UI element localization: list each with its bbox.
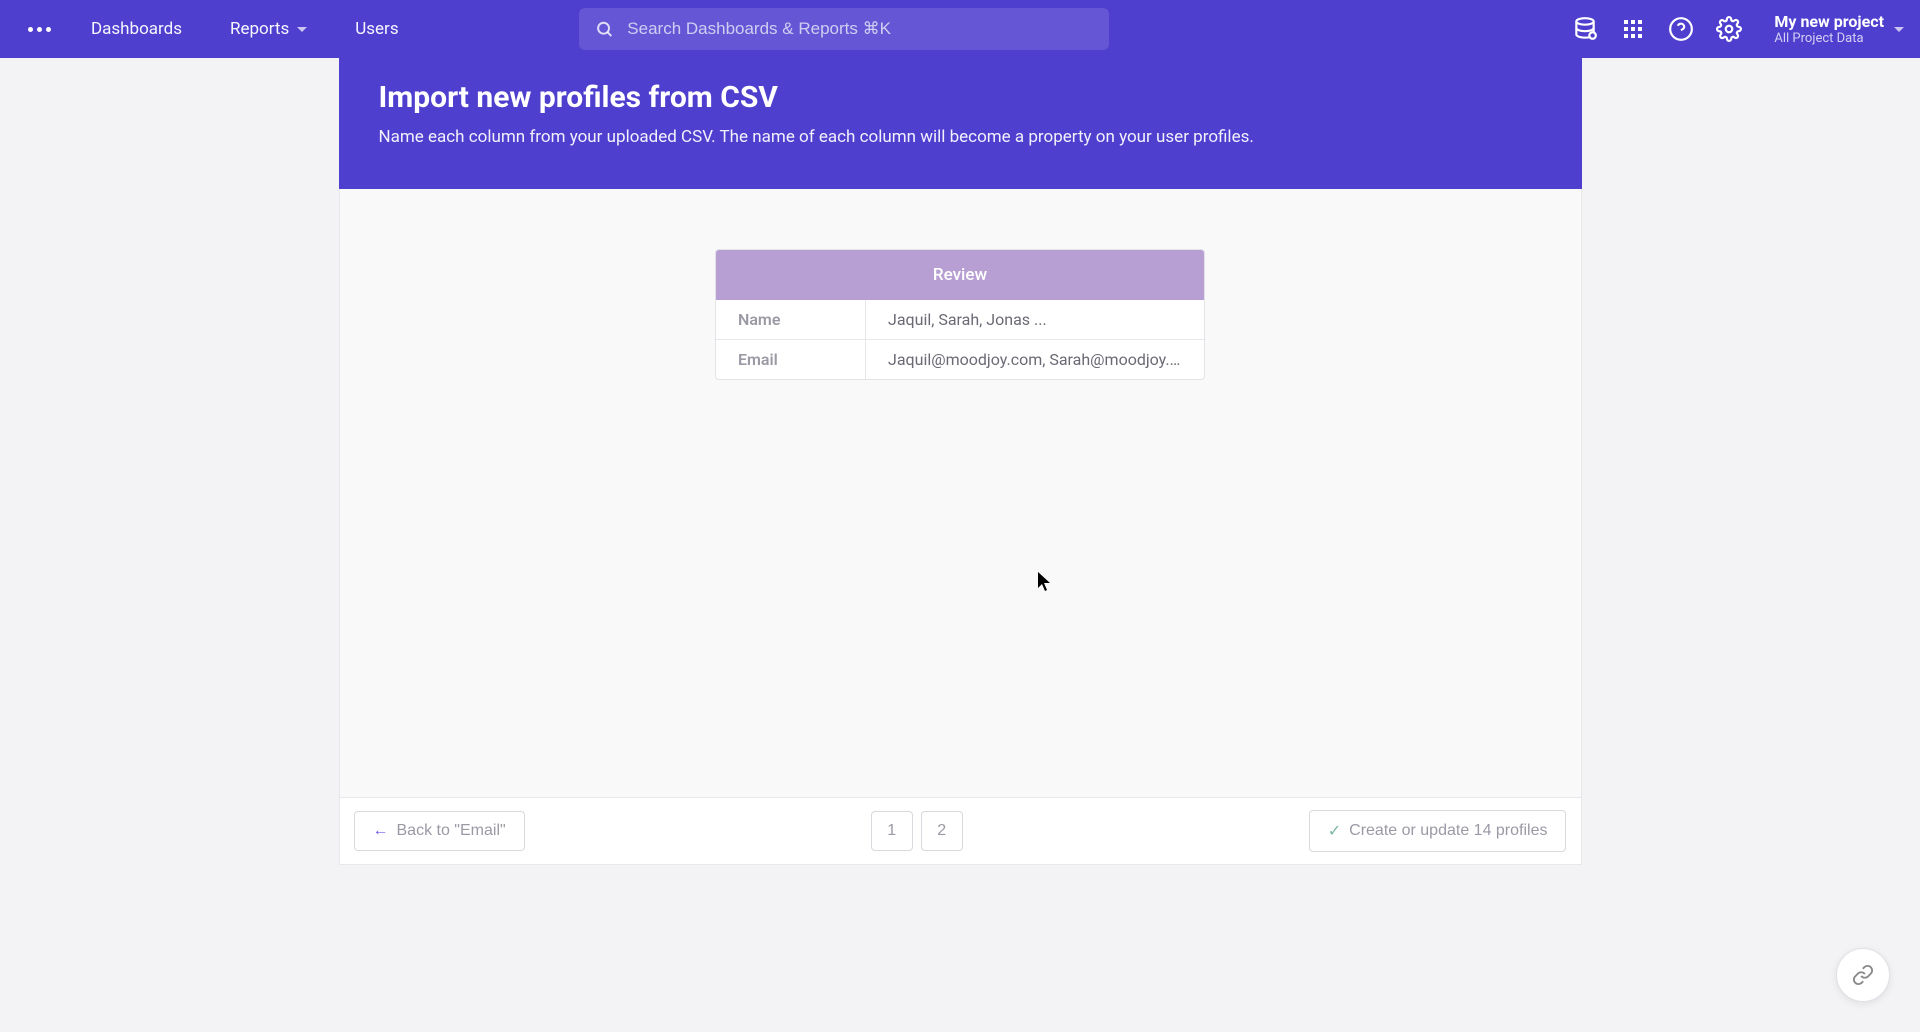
review-table: Review Name Jaquil, Sarah, Jonas ... Ema… [715, 249, 1205, 380]
row-label-name: Name [716, 300, 866, 339]
menu-dots-icon[interactable] [16, 19, 63, 40]
project-text: My new project All Project Data [1774, 12, 1884, 46]
search-input[interactable] [627, 19, 1092, 39]
review-table-header: Review [716, 250, 1204, 300]
database-icon[interactable] [1572, 16, 1598, 42]
table-row: Name Jaquil, Sarah, Jonas ... [716, 300, 1204, 340]
check-icon: ✓ [1328, 821, 1341, 841]
help-icon[interactable] [1668, 16, 1694, 42]
project-selector[interactable]: My new project All Project Data [1764, 12, 1904, 46]
page-title: Import new profiles from CSV [379, 80, 1542, 115]
row-value-name: Jaquil, Sarah, Jonas ... [866, 300, 1204, 339]
row-label-email: Email [716, 340, 866, 379]
main-content-card: Review Name Jaquil, Sarah, Jonas ... Ema… [339, 189, 1582, 797]
link-icon [1852, 964, 1874, 986]
chevron-down-icon [1894, 27, 1904, 32]
search-icon [595, 19, 614, 39]
pagination: 1 2 [871, 811, 963, 851]
nav-dashboards[interactable]: Dashboards [71, 1, 202, 57]
page-2-button[interactable]: 2 [921, 811, 963, 851]
footer-bar: ← Back to "Email" 1 2 ✓ Create or update… [339, 797, 1582, 865]
nav-reports[interactable]: Reports [210, 1, 327, 57]
nav-left-group: Dashboards Reports Users [16, 1, 419, 57]
chevron-down-icon [297, 27, 307, 32]
table-row: Email Jaquil@moodjoy.com, Sarah@moodjoy.… [716, 340, 1204, 379]
project-name: My new project [1774, 12, 1884, 31]
back-button-label: Back to "Email" [397, 822, 506, 840]
create-button-label: Create or update 14 profiles [1349, 822, 1547, 840]
project-subtitle: All Project Data [1774, 31, 1884, 46]
apps-grid-icon[interactable] [1620, 16, 1646, 42]
page-description: Name each column from your uploaded CSV.… [379, 127, 1542, 147]
nav-reports-label: Reports [230, 19, 289, 39]
back-button[interactable]: ← Back to "Email" [354, 811, 525, 851]
content-wrapper: Import new profiles from CSV Name each c… [0, 58, 1920, 865]
gear-icon[interactable] [1716, 16, 1742, 42]
create-profiles-button[interactable]: ✓ Create or update 14 profiles [1309, 810, 1567, 852]
nav-right-group: My new project All Project Data [1572, 12, 1904, 46]
page-1-button[interactable]: 1 [871, 811, 913, 851]
nav-users[interactable]: Users [335, 1, 418, 57]
arrow-left-icon: ← [373, 822, 389, 840]
top-navigation: Dashboards Reports Users My new project … [0, 0, 1920, 58]
floating-action-button[interactable] [1836, 948, 1890, 1002]
search-bar[interactable] [579, 8, 1109, 50]
row-value-email: Jaquil@moodjoy.com, Sarah@moodjoy.c... [866, 340, 1204, 379]
content-header: Import new profiles from CSV Name each c… [339, 58, 1582, 189]
